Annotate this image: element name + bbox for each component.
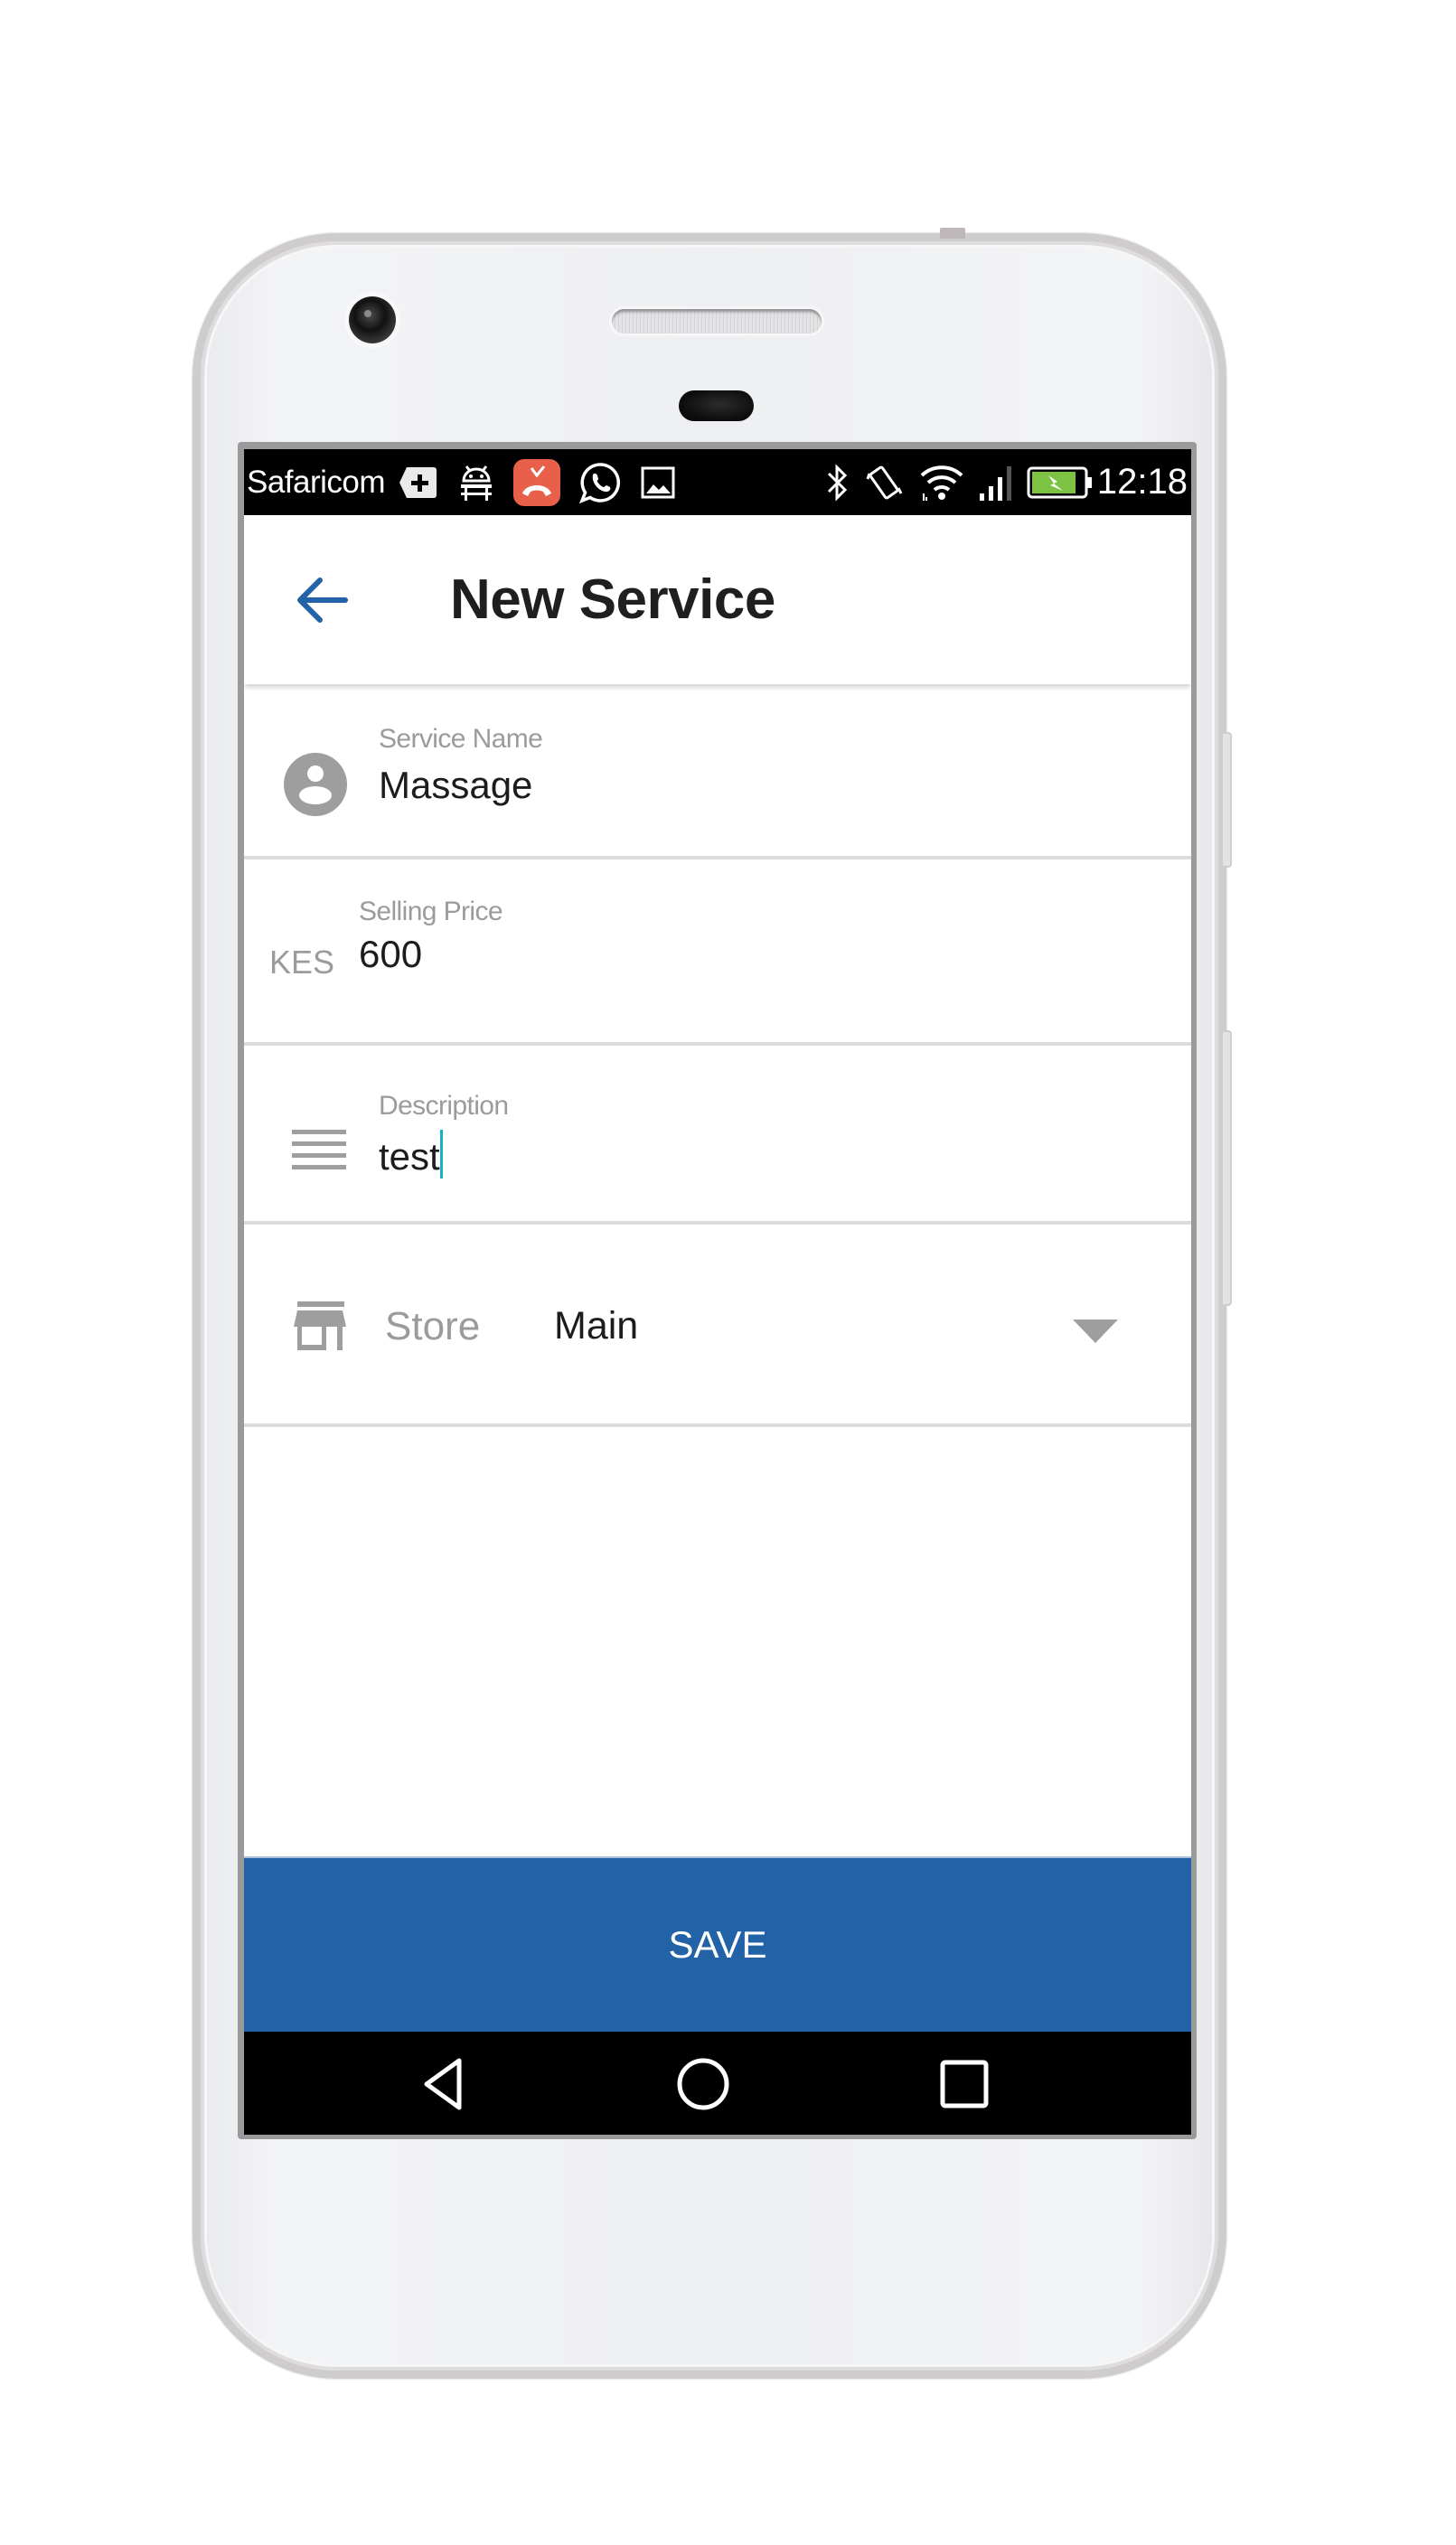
notes-icon	[292, 1130, 346, 1174]
back-button[interactable]	[293, 571, 351, 629]
save-button[interactable]: SAVE	[244, 1858, 1191, 2032]
selling-price-row: KES Selling Price 600	[244, 859, 1191, 1046]
earpiece-speaker	[612, 309, 822, 333]
store-selected-value: Main	[554, 1304, 639, 1348]
selling-price-label: Selling Price	[359, 897, 503, 926]
wifi-icon	[918, 460, 965, 505]
vibrate-icon	[866, 460, 904, 505]
app-bar: New Service	[244, 515, 1191, 684]
store-icon	[294, 1301, 346, 1355]
clock: 12:18	[1096, 462, 1188, 502]
home-circle-icon	[677, 2058, 729, 2110]
screen: Safaricom 12:18 New Service Service Name…	[244, 449, 1191, 2135]
nav-home-button[interactable]	[676, 2057, 730, 2111]
selling-price-input[interactable]: 600	[359, 933, 1082, 976]
proximity-sensor	[679, 390, 754, 421]
account-circle-icon	[284, 753, 347, 821]
front-camera	[349, 296, 396, 343]
recents-square-icon	[940, 2060, 989, 2108]
currency-label: KES	[269, 944, 335, 981]
nav-back-button[interactable]	[418, 2057, 472, 2111]
android-debug-icon	[457, 460, 495, 505]
status-bar: Safaricom 12:18	[244, 449, 1191, 515]
store-dropdown[interactable]: Main	[554, 1288, 1151, 1364]
volume-button	[1223, 1030, 1232, 1306]
store-label: Store	[385, 1304, 481, 1348]
missed-call-icon	[513, 458, 561, 506]
bluetooth-icon	[826, 460, 850, 505]
system-nav-bar	[244, 2032, 1191, 2135]
page-title: New Service	[450, 568, 775, 631]
description-value: test	[379, 1135, 440, 1178]
description-input[interactable]: test	[379, 1130, 1102, 1179]
carrier-name: Safaricom	[247, 464, 386, 500]
back-triangle-icon	[424, 2058, 462, 2110]
nav-recents-button[interactable]	[937, 2057, 991, 2111]
image-icon	[640, 460, 676, 505]
arrow-left-icon	[297, 578, 348, 623]
plus-badge-icon	[398, 460, 439, 505]
service-name-row: Service Name Massage	[244, 684, 1191, 859]
cell-signal-icon	[978, 460, 1014, 505]
whatsapp-icon	[578, 460, 622, 505]
service-name-input[interactable]: Massage	[379, 764, 1102, 807]
store-row: Store Main	[244, 1225, 1191, 1427]
text-cursor	[439, 1130, 443, 1179]
description-label: Description	[379, 1091, 509, 1121]
chevron-down-icon	[1073, 1319, 1118, 1348]
battery-charging-icon	[1027, 460, 1094, 505]
phone-top-button	[940, 228, 965, 239]
service-name-label: Service Name	[379, 724, 543, 754]
description-row: Description test	[244, 1046, 1191, 1225]
power-button	[1223, 732, 1232, 868]
